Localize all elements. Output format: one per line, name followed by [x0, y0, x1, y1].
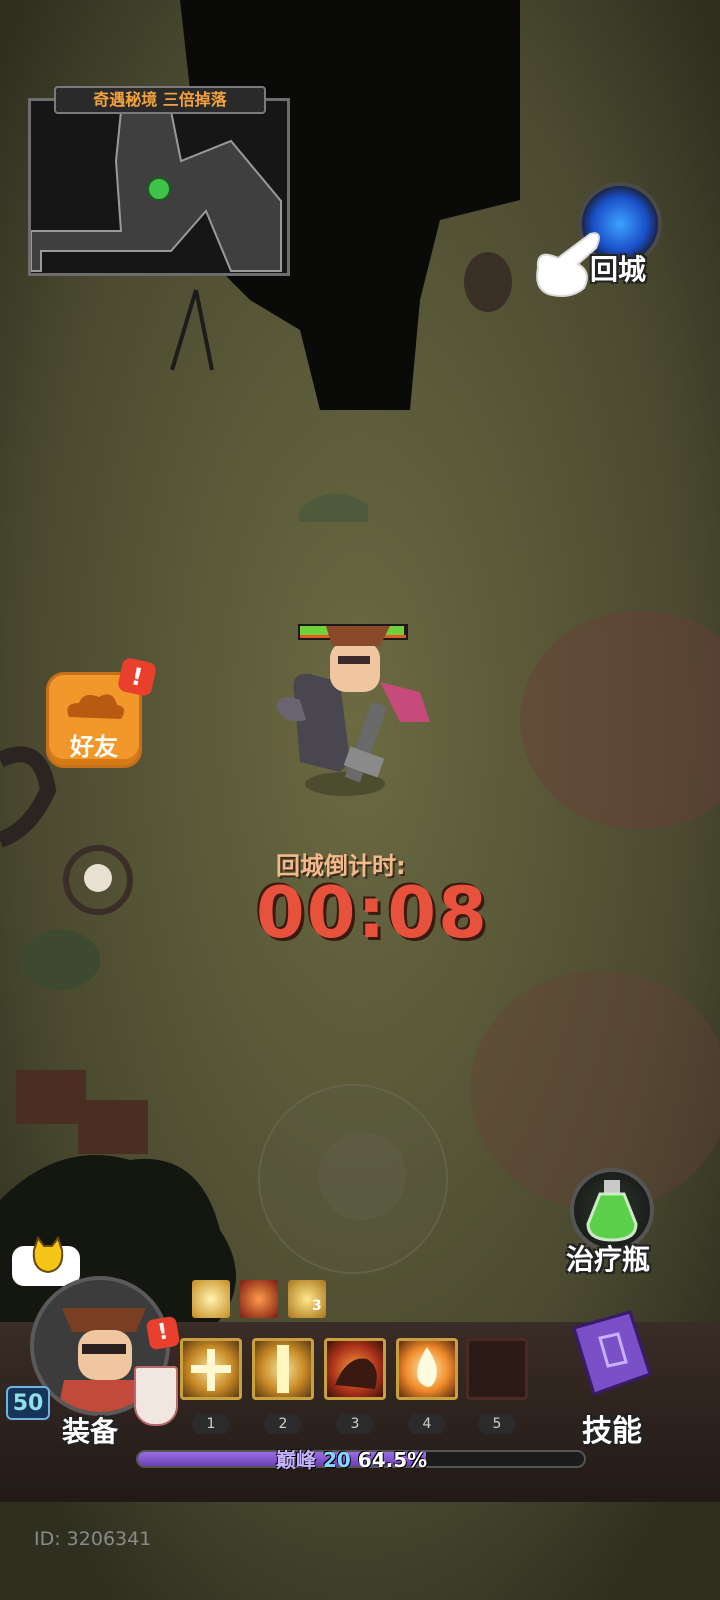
peak-tier-level: 20 — [322, 1448, 351, 1472]
green-potion-icon — [586, 1180, 638, 1242]
flame-burst-skill-icon — [417, 1347, 437, 1387]
fire-beast-skill-icon — [335, 1358, 377, 1389]
peak-tier-label: 巅峰 — [276, 1448, 316, 1472]
equipment-label: 装备 — [62, 1415, 119, 1448]
light-beam-skill-icon — [277, 1345, 289, 1393]
return-to-town-label: 回城 — [590, 253, 647, 286]
skill-slot-number: 1 — [191, 1414, 231, 1434]
minimap-layout — [30, 101, 287, 273]
hero-riding-donkey — [276, 626, 430, 796]
joystick-knob[interactable] — [318, 1132, 406, 1220]
purple-spellbook-icon — [572, 1310, 652, 1396]
experience-text: 巅峰 20 64.5% — [276, 1444, 427, 1473]
return-countdown-timer: 00:08 — [256, 872, 489, 954]
player-position-marker — [147, 177, 171, 201]
skill-slot-number: 3 — [335, 1414, 375, 1434]
skill-slot-number: 5 — [477, 1414, 517, 1434]
player-level-badge: 50 — [6, 1386, 50, 1420]
skill-slot-3[interactable] — [324, 1338, 386, 1400]
holy-cross-skill-icon — [191, 1349, 231, 1391]
fire-buff-icon — [240, 1280, 278, 1318]
light-buff-icon — [192, 1280, 230, 1318]
cat-emoji-icon — [32, 1236, 64, 1274]
skill-slot-number: 2 — [263, 1414, 303, 1434]
player-id: ID: 3206341 — [34, 1528, 152, 1550]
game-screen: 奇遇秘境 三倍掉落 回城 好友 ! 回城倒计时: 00:08 治疗瓶 ! 50 … — [0, 0, 720, 1600]
shield-crest-icon — [134, 1366, 178, 1426]
wooden-crate — [78, 1100, 148, 1154]
healing-potion-label: 治疗瓶 — [566, 1243, 651, 1276]
clay-pot — [464, 252, 512, 312]
skill-slot-2[interactable] — [252, 1338, 314, 1400]
minimap[interactable] — [28, 98, 290, 276]
skill-slot-1[interactable] — [180, 1338, 242, 1400]
skills-label: 技能 — [582, 1414, 642, 1449]
experience-percent: 64.5% — [357, 1448, 428, 1472]
skills-button[interactable] — [560, 1304, 660, 1404]
equipment-alert-badge: ! — [145, 1315, 181, 1351]
minimap-title: 奇遇秘境 三倍掉落 — [54, 86, 266, 114]
skill-slot-4[interactable] — [396, 1338, 458, 1400]
skill-slot-number: 4 — [407, 1414, 447, 1434]
friends-alert-badge: ! — [116, 656, 158, 698]
cloud-icon — [67, 694, 125, 719]
wooden-crate — [16, 1070, 86, 1124]
lightning-buff-stack-count: 3 — [312, 1298, 322, 1314]
friends-label: 好友 — [70, 733, 118, 761]
skill-slot-5[interactable] — [466, 1338, 528, 1400]
